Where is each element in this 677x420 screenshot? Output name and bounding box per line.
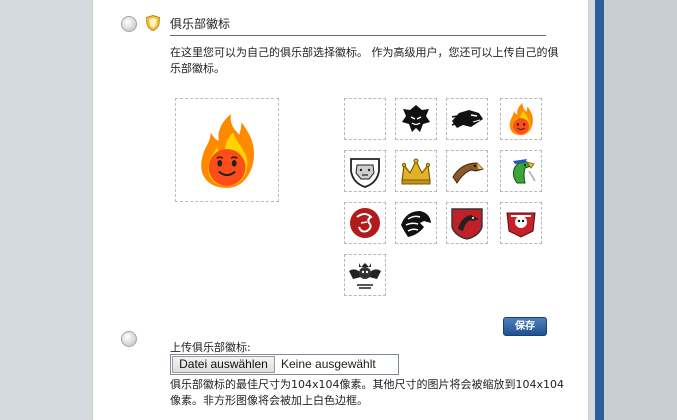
fireball-face-small-icon [509, 102, 533, 136]
fireball-face-icon [201, 114, 255, 188]
bulldog-shield-icon [350, 158, 380, 188]
file-status-text: Keine ausgewählt [281, 357, 376, 371]
emblem-option-black-panther[interactable] [446, 98, 488, 140]
black-panther-icon [451, 110, 483, 128]
emblem-option-golden-crown[interactable] [395, 150, 437, 192]
file-upload-input[interactable]: Datei auswählen Keine ausgewählt [170, 354, 399, 375]
upload-label: 上传俱乐部徽标: [170, 341, 251, 354]
side-divider [595, 0, 604, 420]
section-description: 在这里您可以为自己的俱乐部选择徽标。 作为高级用户，您还可以上传自己的俱乐部徽标… [170, 46, 559, 75]
emblem-option-winged-skull[interactable] [344, 254, 386, 296]
emblem-option-red-eagle-shield[interactable] [446, 202, 488, 244]
emblem-option-tribal-tiger[interactable] [395, 98, 437, 140]
eagle-head-icon [401, 211, 431, 237]
section-radio-emblem[interactable] [121, 16, 137, 32]
emblem-option-blank[interactable] [344, 98, 386, 140]
right-background [604, 0, 677, 420]
emblem-preview [175, 98, 279, 202]
emblem-option-eagle-head[interactable] [395, 202, 437, 244]
section-radio-upload[interactable] [121, 331, 137, 347]
tribal-tiger-icon [402, 105, 430, 132]
shield-icon [146, 15, 160, 31]
emblem-option-bulldog-shield[interactable] [344, 150, 386, 192]
emblem-option-red-dragon[interactable] [344, 202, 386, 244]
emblem-option-red-skull-badge[interactable] [500, 202, 542, 244]
red-eagle-shield-icon [451, 208, 483, 240]
choose-file-button[interactable]: Datei auswählen [172, 356, 275, 373]
section-title: 俱乐部徽标 [170, 17, 231, 31]
emblem-option-hawk-head[interactable] [446, 150, 488, 192]
parrot-icon [512, 159, 536, 184]
save-button[interactable]: 保存 [503, 317, 547, 336]
crown-icon [401, 158, 431, 185]
winged-skull-icon [349, 263, 381, 289]
skull-badge-icon [506, 212, 536, 238]
red-dragon-icon [350, 208, 380, 238]
emblem-option-parrot-pirate[interactable] [500, 150, 542, 192]
hawk-head-icon [452, 162, 484, 184]
emblem-option-fireball-face[interactable] [500, 98, 542, 140]
title-divider [170, 35, 546, 36]
upload-hint: 俱乐部徽标的最佳尺寸为104x104像素。其他尺寸的图片将会被缩放到104x10… [170, 378, 564, 407]
